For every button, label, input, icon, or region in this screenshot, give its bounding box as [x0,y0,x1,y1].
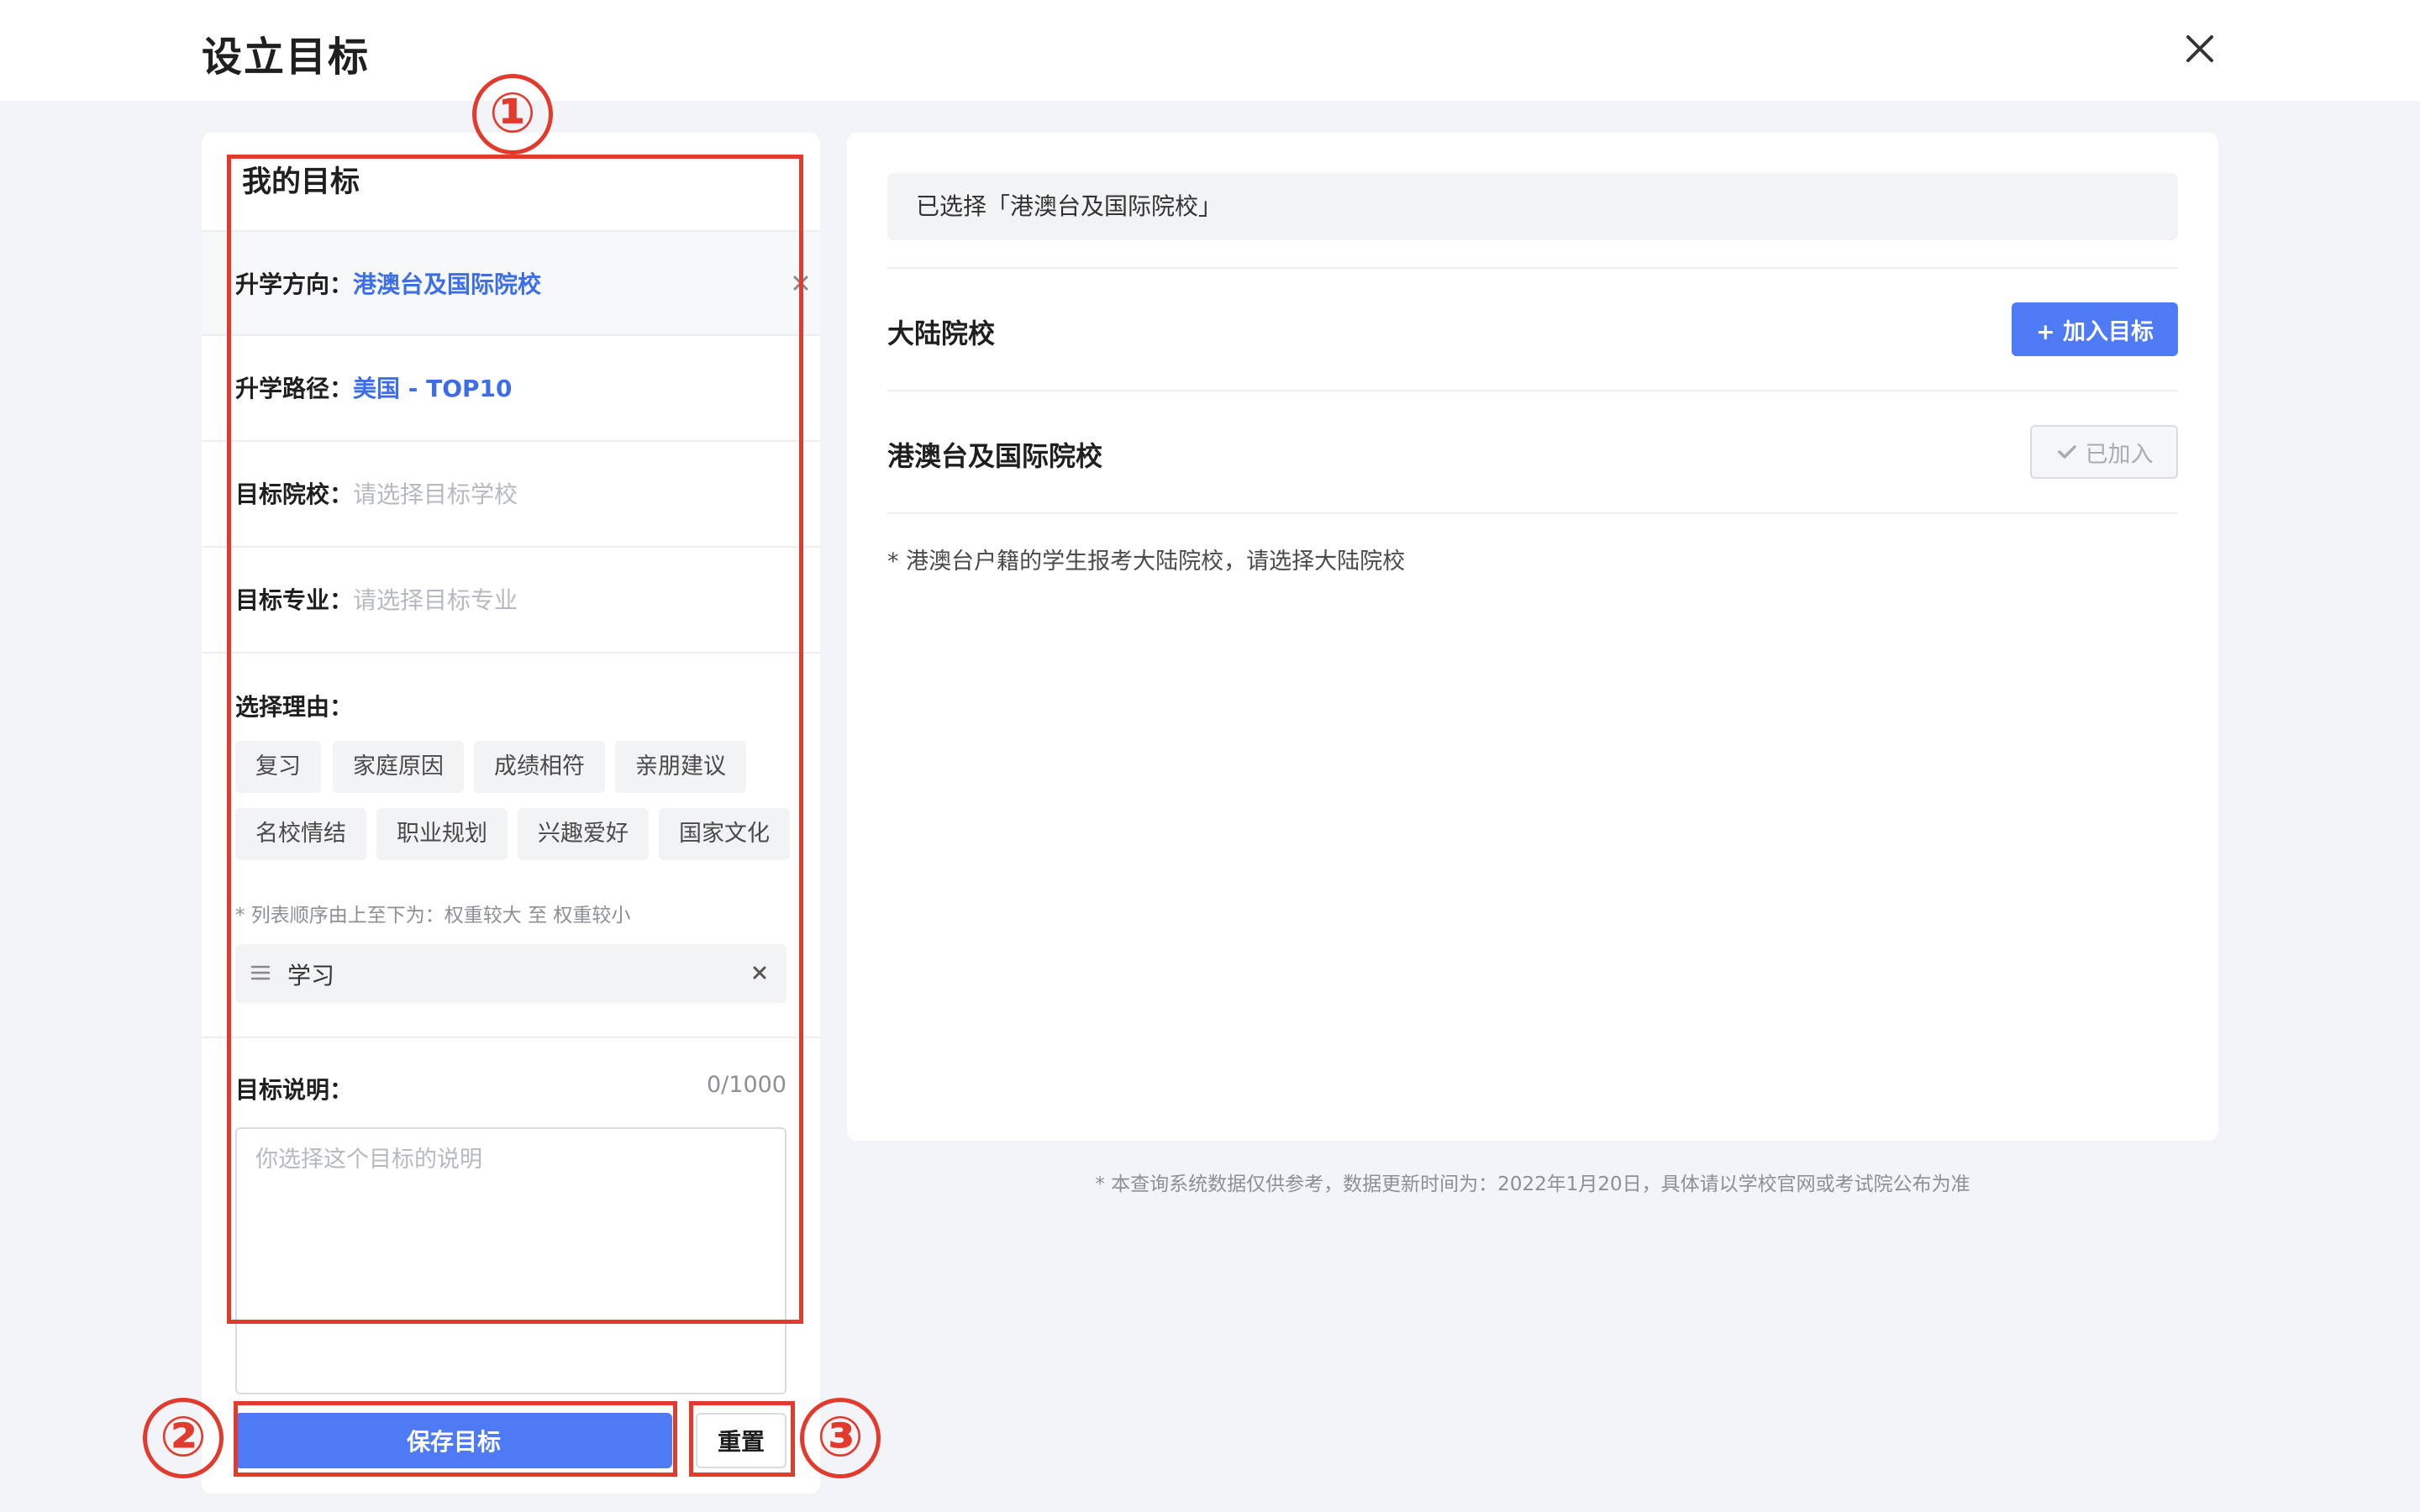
target-major-placeholder[interactable]: 请选择目标专业 [353,582,518,616]
added-label: 已加入 [2085,441,2154,468]
divider [202,1037,820,1038]
reason-chip[interactable]: 兴趣爱好 [518,808,649,860]
direction-label: 升学方向： [235,270,354,298]
category-mainland: 大陆院校 [887,318,996,349]
save-goal-button[interactable]: 保存目标 [235,1413,672,1468]
target-major-label: 目标专业： [235,586,354,614]
reason-chip[interactable]: 复习 [235,741,321,793]
reason-chip[interactable]: 成绩相符 [474,741,605,793]
clear-direction-icon[interactable] [786,269,815,297]
add-goal-label: + 加入目标 [2035,318,2154,345]
path-value: 美国 - TOP10 [353,375,513,402]
direction-value: 港澳台及国际院校 [353,270,542,298]
category-international: 港澳台及国际院校 [887,440,1103,472]
top-bar: 设立目标 [0,0,2420,101]
selected-category-bar: 已选择「港澳台及国际院校」 [887,173,2178,240]
reason-chip[interactable]: 国家文化 [659,808,790,860]
added-button: 已加入 [2030,425,2178,479]
target-major-row[interactable]: 目标专业： 请选择目标专业 [202,546,820,650]
path-label: 升学路径： [235,375,354,402]
target-school-row[interactable]: 目标院校： 请选择目标学校 [202,440,820,544]
annotation-number-2: ② [143,1398,224,1478]
path-row[interactable]: 升学路径： 美国 - TOP10 [202,334,820,438]
reason-chip[interactable]: 职业规划 [376,808,508,860]
divider [887,512,2178,514]
order-note: * 列表顺序由上至下为：权重较大 至 权重较小 [235,905,631,927]
category-panel: 已选择「港澳台及国际院校」 大陆院校 + 加入目标 港澳台及国际院校 已加入 *… [847,133,2218,1141]
annotation-number-1: ① [472,74,553,155]
reason-chip[interactable]: 名校情结 [235,808,366,860]
add-goal-button[interactable]: + 加入目标 [2012,302,2178,356]
page-title: 设立目标 [202,34,371,81]
reset-button[interactable]: 重置 [696,1413,786,1468]
panel-title: 我的目标 [242,165,360,199]
my-goal-panel: 我的目标 升学方向： 港澳台及国际院校 升学路径： 美国 - TOP10 目标院… [202,133,820,1494]
reason-chip[interactable]: 亲朋建议 [615,741,746,793]
reason-chip[interactable]: 家庭原因 [333,741,464,793]
target-school-label: 目标院校： [235,480,354,508]
target-school-placeholder[interactable]: 请选择目标学校 [353,476,518,510]
divider [202,652,820,654]
footer-note: * 本查询系统数据仅供参考，数据更新时间为：2022年1月20日，具体请以学校官… [1095,1173,1970,1195]
drag-handle-icon[interactable] [249,961,272,984]
divider [887,390,2178,391]
check-icon [2057,445,2076,459]
description-label: 目标说明： [235,1076,354,1104]
close-icon[interactable] [2176,25,2223,72]
annotation-number-3: ③ [800,1398,881,1478]
hk-macau-taiwan-note: * 港澳台户籍的学生报考大陆院校，请选择大陆院校 [887,549,1406,575]
reasons-label: 选择理由： [235,693,354,721]
selected-reason-text: 学习 [287,962,335,990]
divider [887,267,2178,269]
description-textarea[interactable] [235,1127,786,1394]
selected-reason-item[interactable]: 学习 [235,944,786,1003]
description-counter: 0/1000 [707,1072,786,1098]
direction-row[interactable]: 升学方向： 港澳台及国际院校 [202,230,820,334]
remove-reason-icon[interactable] [748,961,771,984]
